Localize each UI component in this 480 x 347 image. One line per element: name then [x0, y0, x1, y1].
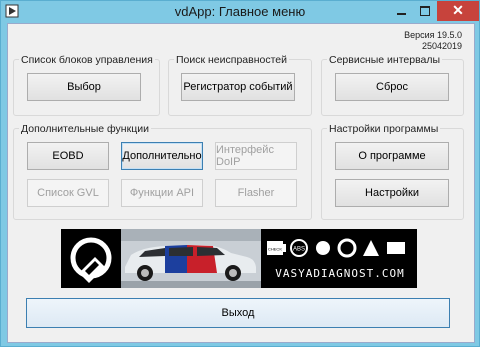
group-fault-search: Поиск неисправностей Регистратор событий — [168, 54, 312, 116]
advert-banner[interactable]: CHECK ABS VASYADIAGNOST.COM — [61, 229, 417, 288]
select-button[interactable]: Выбор — [27, 73, 141, 101]
battery-icon — [387, 242, 405, 254]
exit-button[interactable]: Выход — [26, 298, 450, 328]
flasher-button[interactable]: Flasher — [215, 179, 297, 207]
close-icon: ✕ — [452, 2, 464, 18]
group-label: Поиск неисправностей — [174, 54, 289, 66]
group-label: Дополнительные функции — [19, 123, 151, 135]
group-label: Сервисные интервалы — [327, 54, 443, 66]
reset-button[interactable]: Сброс — [335, 73, 449, 101]
eobd-button[interactable]: EOBD — [27, 142, 109, 170]
group-control-units: Список блоков управления Выбор — [13, 54, 160, 116]
settings-button[interactable]: Настройки — [335, 179, 449, 207]
close-button[interactable]: ✕ — [437, 1, 479, 21]
about-button[interactable]: О программе — [335, 142, 449, 170]
group-extra-functions: Дополнительные функции EOBD Дополнительн… — [13, 123, 312, 220]
banner-url: VASYADIAGNOST.COM — [275, 267, 405, 280]
check-badge-text: CHECK — [268, 247, 282, 252]
main-panel: Версия 19.5.0 25042019 Список блоков упр… — [7, 23, 475, 343]
version-number: Версия 19.5.0 — [404, 30, 462, 40]
app-window: vdApp: Главное меню ✕ Версия 19.5.0 2504… — [0, 0, 480, 347]
additional-button[interactable]: Дополнительно — [121, 142, 203, 170]
group-service-intervals: Сервисные интервалы Сброс — [321, 54, 464, 116]
api-functions-button[interactable]: Функции API — [121, 179, 203, 207]
group-label: Настройки программы — [327, 123, 441, 135]
event-recorder-button[interactable]: Регистратор событий — [181, 73, 295, 101]
title-bar[interactable]: vdApp: Главное меню ✕ — [1, 1, 479, 23]
gvl-list-button[interactable]: Список GVL — [27, 179, 109, 207]
group-program-settings: Настройки программы О программе Настройк… — [321, 123, 464, 220]
abs-badge-text: ABS — [293, 247, 305, 253]
group-label: Список блоков управления — [19, 54, 155, 66]
vasyadiagnost-logo-icon — [61, 229, 121, 288]
maximize-button[interactable] — [413, 1, 437, 21]
doip-interface-button[interactable]: Интерфейс DoIP — [215, 142, 297, 170]
version-build: 25042019 — [421, 41, 462, 51]
version-info: Версия 19.5.0 25042019 — [404, 30, 462, 52]
oil-pressure-icon — [316, 241, 330, 255]
car-image — [121, 229, 261, 288]
minimize-button[interactable] — [389, 1, 413, 21]
